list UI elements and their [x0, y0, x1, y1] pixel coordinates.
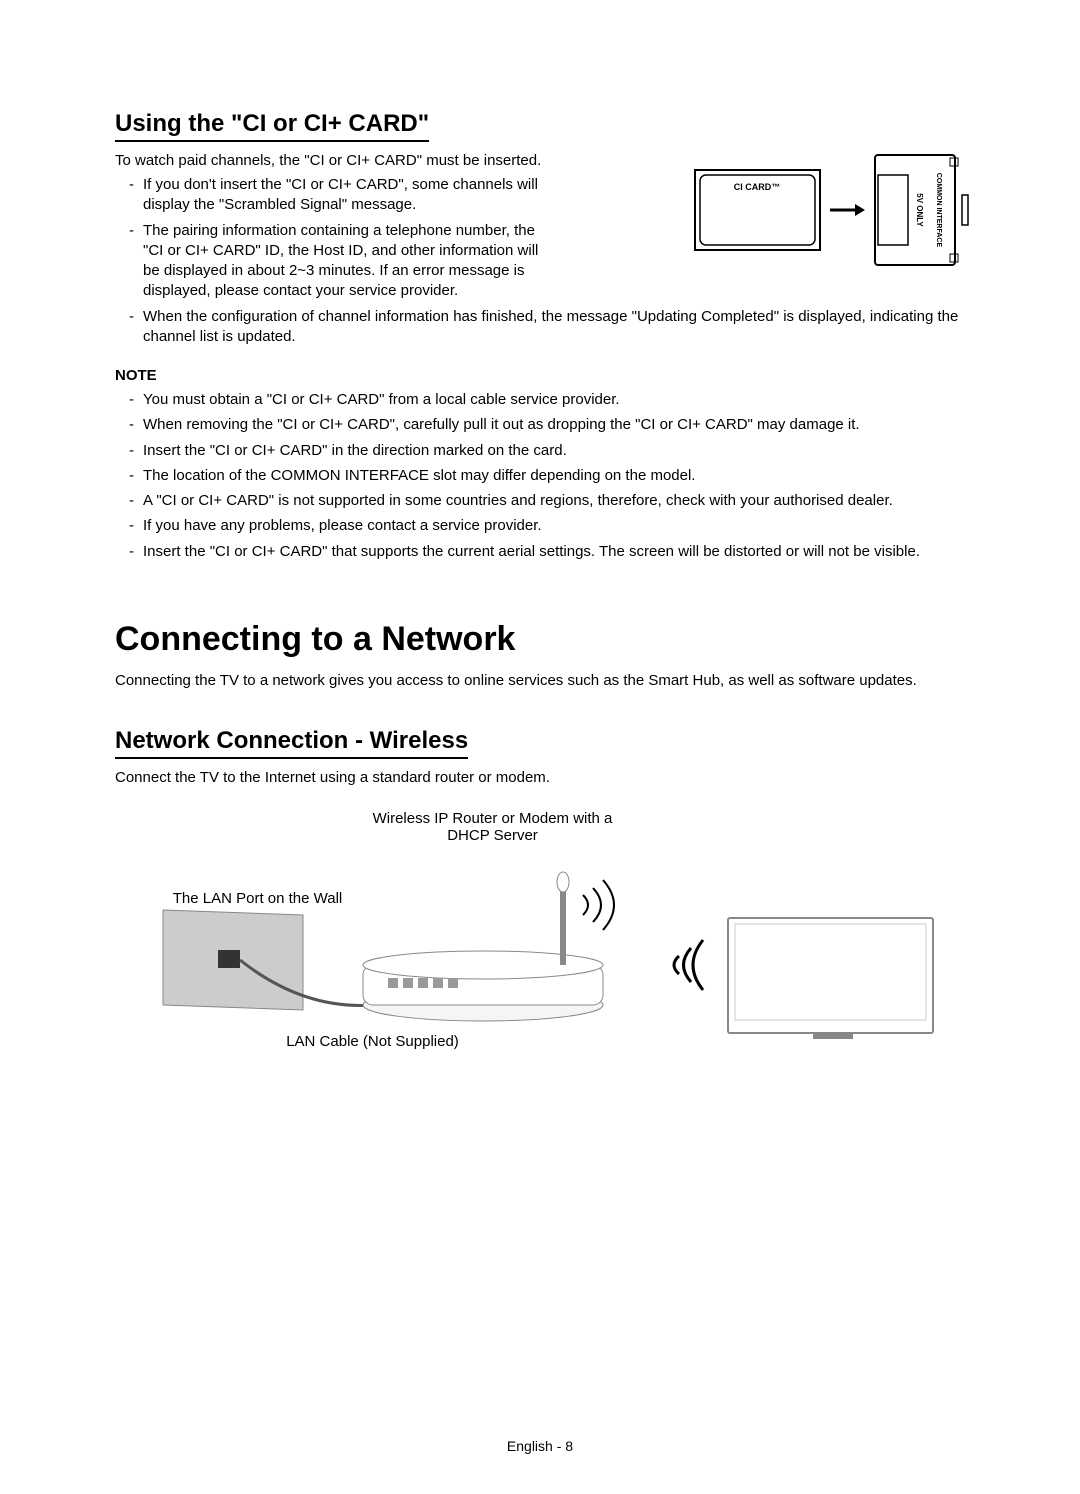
note-title: NOTE	[115, 367, 970, 384]
slot-5v-label: 5V ONLY	[915, 193, 924, 227]
slot-common-label: COMMON INTERFACE	[935, 173, 942, 248]
list-item: If you have any problems, please contact…	[129, 516, 969, 536]
ci-card-section: Using the "CI or CI+ CARD" To watch paid…	[115, 110, 970, 562]
ci-card-label: CI CARD™	[734, 182, 781, 192]
network-diagram-svg	[143, 810, 943, 1050]
wireless-heading: Network Connection - Wireless	[115, 727, 468, 759]
list-item: You must obtain a "CI or CI+ CARD" from …	[129, 390, 969, 410]
wireless-intro: Connect the TV to the Internet using a s…	[115, 769, 970, 786]
list-item: The location of the COMMON INTERFACE slo…	[129, 466, 969, 486]
footer-page: 8	[565, 1438, 573, 1454]
network-diagram: Wireless IP Router or Modem with a DHCP …	[143, 810, 943, 1050]
ci-card-illustration: CI CARD™ 5V ONLY COMMON INTERFACE	[690, 150, 970, 270]
note-bullets: You must obtain a "CI or CI+ CARD" from …	[115, 390, 970, 562]
ci-card-heading: Using the "CI or CI+ CARD"	[115, 110, 429, 142]
list-item: Insert the "CI or CI+ CARD" in the direc…	[129, 441, 969, 461]
footer-language: English	[507, 1438, 553, 1454]
list-item: If you don't insert the "CI or CI+ CARD"…	[129, 175, 539, 216]
list-item: When the configuration of channel inform…	[129, 307, 969, 348]
list-item: When removing the "CI or CI+ CARD", care…	[129, 415, 969, 435]
list-item: A "CI or CI+ CARD" is not supported in s…	[129, 491, 969, 511]
ci-bullets-wide: When the configuration of channel inform…	[115, 307, 970, 348]
network-intro: Connecting the TV to a network gives you…	[115, 671, 970, 691]
list-item: Insert the "CI or CI+ CARD" that support…	[129, 542, 969, 562]
network-heading: Connecting to a Network	[115, 620, 970, 659]
list-item: The pairing information containing a tel…	[129, 221, 539, 302]
page-footer: English - 8	[0, 1438, 1080, 1454]
